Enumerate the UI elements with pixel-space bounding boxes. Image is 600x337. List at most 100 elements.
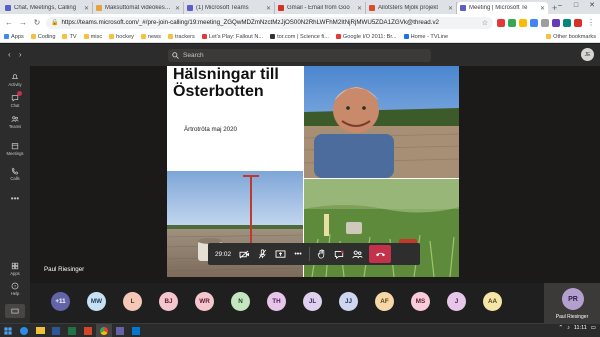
participant-avatar[interactable]: N bbox=[231, 292, 250, 311]
active-speaker-tile[interactable]: PR Paul Riesinger bbox=[544, 283, 600, 323]
participant-avatar[interactable]: AA bbox=[483, 292, 502, 311]
share-screen-icon[interactable] bbox=[271, 245, 289, 263]
close-icon[interactable]: ✕ bbox=[84, 5, 89, 12]
close-window-button[interactable]: ✕ bbox=[584, 0, 600, 12]
extension-icon[interactable] bbox=[497, 18, 505, 27]
rail-device[interactable] bbox=[0, 304, 30, 318]
history-arrows-icon[interactable]: ‹ › bbox=[8, 50, 25, 59]
word-icon[interactable] bbox=[48, 324, 64, 337]
participant-avatar[interactable]: AF bbox=[375, 292, 394, 311]
excel-icon[interactable] bbox=[64, 324, 80, 337]
rail-teams[interactable]: Teams bbox=[0, 114, 30, 129]
extension-icon[interactable] bbox=[508, 18, 516, 27]
powerpoint-icon[interactable] bbox=[80, 324, 96, 337]
notifications-icon[interactable]: ▭ bbox=[591, 325, 596, 331]
participant-avatar[interactable]: J bbox=[447, 292, 466, 311]
volume-icon[interactable]: ♪ bbox=[567, 325, 570, 331]
rail-chat[interactable]: Chat bbox=[0, 91, 30, 108]
rail-meetings[interactable]: Meetings bbox=[0, 141, 30, 156]
explorer-icon[interactable] bbox=[32, 324, 48, 337]
back-icon[interactable]: ← bbox=[4, 18, 14, 27]
extension-icon[interactable] bbox=[530, 18, 538, 27]
svg-text:?: ? bbox=[14, 283, 17, 288]
bookmark-apps[interactable]: Apps bbox=[4, 34, 24, 40]
participant-avatar[interactable]: WR bbox=[195, 292, 214, 311]
screen: Chat, Meetings, Calling ✕ Maksuttomat vi… bbox=[0, 0, 600, 337]
rail-activity[interactable]: Activity bbox=[0, 72, 30, 87]
overflow-participants[interactable]: +11 bbox=[51, 292, 70, 311]
participant-avatar[interactable]: BJ bbox=[159, 292, 178, 311]
more-icon[interactable]: ••• bbox=[289, 245, 307, 263]
browser-tab[interactable]: Allotsters Mjölk projekt ✕ bbox=[366, 2, 457, 14]
participants-strip: +11 MW L BJ WR N TH JL JJ AF MS J AA PR … bbox=[30, 283, 600, 323]
calendar-icon bbox=[10, 141, 20, 150]
close-icon[interactable]: ✕ bbox=[448, 5, 453, 12]
bookmark-link[interactable]: Let's Play: Fallout N... bbox=[201, 34, 263, 40]
rail-apps[interactable]: Apps bbox=[0, 261, 30, 276]
close-icon[interactable]: ✕ bbox=[540, 5, 545, 12]
browser-tab[interactable]: (1) Microsoft Teams ✕ bbox=[184, 2, 275, 14]
search-input[interactable]: Search bbox=[168, 49, 431, 62]
teams-icon[interactable] bbox=[112, 324, 128, 337]
clock[interactable]: 11:11 bbox=[574, 325, 587, 331]
bookmark-folder[interactable]: hockey bbox=[109, 34, 134, 40]
rail-calls[interactable]: Calls bbox=[0, 166, 30, 181]
my-avatar[interactable]: JE bbox=[581, 48, 594, 61]
camera-icon[interactable] bbox=[235, 245, 253, 263]
forward-icon[interactable]: → bbox=[18, 18, 28, 27]
participants-icon[interactable] bbox=[348, 245, 366, 263]
browser-tab[interactable]: Maksuttomat videokeskuste ✕ bbox=[93, 2, 184, 14]
slide-subtitle: Ärtrotröta maj 2020 bbox=[184, 126, 237, 133]
participant-avatar[interactable]: JJ bbox=[339, 292, 358, 311]
bookmark-folder[interactable]: news bbox=[140, 34, 161, 40]
call-controls: 29:02 ••• bbox=[208, 243, 420, 265]
participant-avatar[interactable]: TH bbox=[267, 292, 286, 311]
participant-avatar[interactable]: JL bbox=[303, 292, 322, 311]
hang-up-button[interactable] bbox=[369, 245, 391, 263]
bookmark-label: TV bbox=[69, 33, 77, 40]
wifi-icon[interactable]: ⌃ bbox=[558, 325, 563, 331]
chat-icon[interactable] bbox=[330, 245, 348, 263]
participant-avatar[interactable]: MW bbox=[87, 292, 106, 311]
participant-avatar[interactable]: L bbox=[123, 292, 142, 311]
maximize-button[interactable]: □ bbox=[568, 0, 584, 12]
other-bookmarks[interactable]: Other bookmarks bbox=[546, 34, 596, 40]
close-icon[interactable]: ✕ bbox=[357, 5, 362, 12]
outlook-icon[interactable] bbox=[128, 324, 144, 337]
mic-icon[interactable] bbox=[253, 245, 271, 263]
browser-tab[interactable]: Gmail - Email from Goo ✕ bbox=[275, 2, 366, 14]
bookmark-link[interactable]: tor.com | Science fi... bbox=[270, 34, 329, 40]
raise-hand-icon[interactable] bbox=[312, 245, 330, 263]
edge-icon[interactable] bbox=[16, 324, 32, 337]
browser-tab-active[interactable]: Meeting | Microsoft Te ✕ bbox=[457, 2, 548, 14]
extension-icon[interactable] bbox=[574, 18, 582, 27]
start-icon[interactable] bbox=[0, 324, 16, 337]
participant-avatar[interactable]: MS bbox=[411, 292, 430, 311]
close-icon[interactable]: ✕ bbox=[175, 5, 180, 12]
rail-help[interactable]: ? Help bbox=[0, 281, 30, 296]
bookmark-folder[interactable]: misc bbox=[83, 34, 102, 40]
bookmark-link[interactable]: Home - TVLine bbox=[403, 34, 448, 40]
minimize-button[interactable]: – bbox=[552, 0, 568, 12]
chrome-icon[interactable] bbox=[96, 324, 112, 337]
reload-icon[interactable]: ↻ bbox=[32, 18, 42, 27]
extension-icon[interactable] bbox=[519, 18, 527, 27]
apps-icon bbox=[10, 261, 20, 270]
slide-title: Hälsningar till Österbotten bbox=[173, 66, 279, 100]
rail-label: Help bbox=[10, 291, 20, 296]
rail-more[interactable]: ••• bbox=[0, 194, 30, 203]
close-icon[interactable]: ✕ bbox=[266, 5, 271, 12]
browser-tab[interactable]: Chat, Meetings, Calling ✕ bbox=[2, 2, 93, 14]
url-input[interactable]: 🔒 https://teams.microsoft.com/_#/pre-joi… bbox=[46, 16, 493, 29]
folder-icon bbox=[140, 34, 146, 39]
extension-icon[interactable] bbox=[541, 18, 549, 27]
bookmark-folder[interactable]: trackers bbox=[167, 33, 195, 40]
bookmark-folder[interactable]: Coding bbox=[30, 34, 55, 40]
extension-icon[interactable] bbox=[552, 18, 560, 27]
bookmark-star-icon[interactable]: ☆ bbox=[482, 19, 488, 27]
bookmark-label: trackers bbox=[174, 33, 195, 40]
menu-icon[interactable]: ⋮ bbox=[586, 18, 596, 27]
bookmark-link[interactable]: Google I/O 2011: Br... bbox=[335, 34, 397, 40]
bookmark-folder[interactable]: TV bbox=[62, 33, 77, 40]
extension-icon[interactable] bbox=[563, 18, 571, 27]
